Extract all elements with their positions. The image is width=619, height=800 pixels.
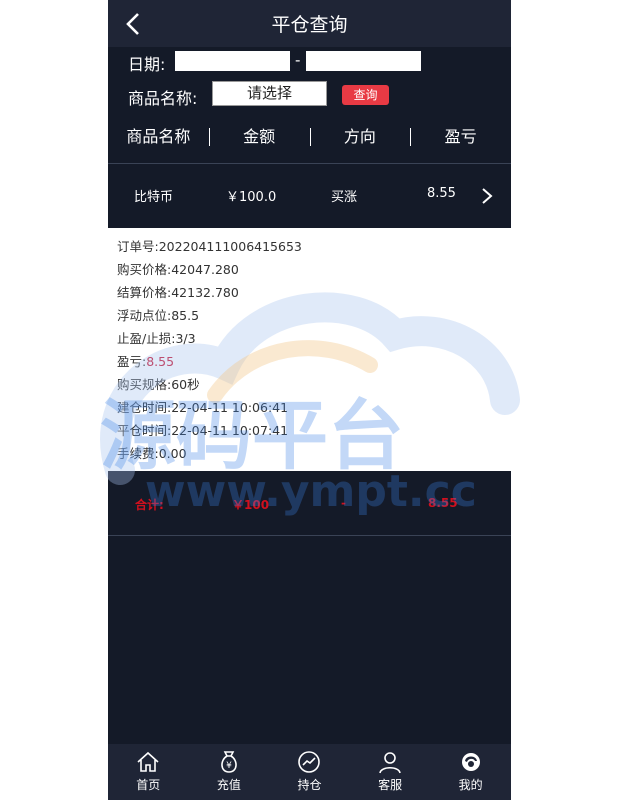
summary-direction: - xyxy=(341,496,346,510)
user-icon xyxy=(379,752,401,774)
column-header: 金额 xyxy=(208,122,310,152)
detail-line: 结算价格:42132.780 xyxy=(117,285,239,300)
record-amount: ￥100.0 xyxy=(226,190,277,205)
date-separator: - xyxy=(295,51,301,69)
detail-line: 订单号:202204111006415653 xyxy=(117,239,302,254)
avatar-icon xyxy=(461,753,480,771)
record-direction: 买涨 xyxy=(331,190,358,205)
order-detail-panel: 订单号:202204111006415653 购买价格:42047.280 结算… xyxy=(108,228,511,471)
column-header: 商品名称 xyxy=(126,127,191,146)
nav-label: 充值 xyxy=(216,778,241,792)
record-pnl: 8.55 xyxy=(427,186,456,201)
detail-line: 手续费:0.00 xyxy=(117,446,187,461)
column-header: 方向 xyxy=(309,122,411,152)
summary-label: 合计: xyxy=(135,498,164,512)
nav-label: 持仓 xyxy=(297,778,322,792)
table-header: 商品名称 金额 方向 盈亏 xyxy=(108,122,511,152)
nav-label: 我的 xyxy=(458,778,483,792)
product-name-label: 商品名称: xyxy=(128,89,198,108)
nav-item-recharge[interactable]: ¥ 充值 xyxy=(189,744,270,800)
nav-label: 首页 xyxy=(136,778,161,792)
detail-line: 建仓时间:22-04-11 10:06:41 xyxy=(117,400,289,415)
header-bar: 平仓查询 xyxy=(108,0,511,47)
bottom-nav: 首页 ¥ 充值 持仓 客服 我的 xyxy=(108,744,511,800)
chevron-right-icon[interactable] xyxy=(480,186,494,206)
product-select[interactable]: 请选择 xyxy=(212,81,327,106)
chart-icon xyxy=(298,751,321,773)
date-label: 日期: xyxy=(128,55,166,74)
nav-item-mine[interactable]: 我的 xyxy=(430,744,511,800)
end-date-input[interactable] xyxy=(306,51,421,71)
app-screen: 平仓查询 日期: - 商品名称: 请选择 查询 商品名称 金额 方向 盈亏 比特… xyxy=(108,0,511,800)
detail-line: 购买价格:42047.280 xyxy=(117,262,239,277)
column-header: 盈亏 xyxy=(410,122,511,152)
record-name: 比特币 xyxy=(134,190,174,205)
divider xyxy=(108,535,511,536)
svg-text:¥: ¥ xyxy=(226,761,232,771)
nav-item-home[interactable]: 首页 xyxy=(108,744,189,800)
nav-item-positions[interactable]: 持仓 xyxy=(269,744,350,800)
home-icon xyxy=(137,751,159,772)
detail-line: 购买规格:60秒 xyxy=(117,377,200,392)
money-bag-icon: ¥ xyxy=(221,751,237,773)
nav-label: 客服 xyxy=(378,778,403,792)
detail-line: 止盈/止损:3/3 xyxy=(117,331,196,346)
page-title: 平仓查询 xyxy=(271,14,348,36)
nav-item-service[interactable]: 客服 xyxy=(350,744,431,800)
detail-line: 盈亏:8.55 xyxy=(117,354,175,369)
table-row[interactable]: 比特币 ￥100.0 买涨 8.55 xyxy=(108,164,511,227)
summary-amount: ￥100 xyxy=(232,498,270,512)
query-button[interactable]: 查询 xyxy=(342,85,389,105)
detail-line: 平仓时间:22-04-11 10:07:41 xyxy=(117,423,289,438)
detail-line: 浮动点位:85.5 xyxy=(117,308,200,323)
summary-pnl: 8.55 xyxy=(428,496,458,510)
start-date-input[interactable] xyxy=(175,51,290,71)
